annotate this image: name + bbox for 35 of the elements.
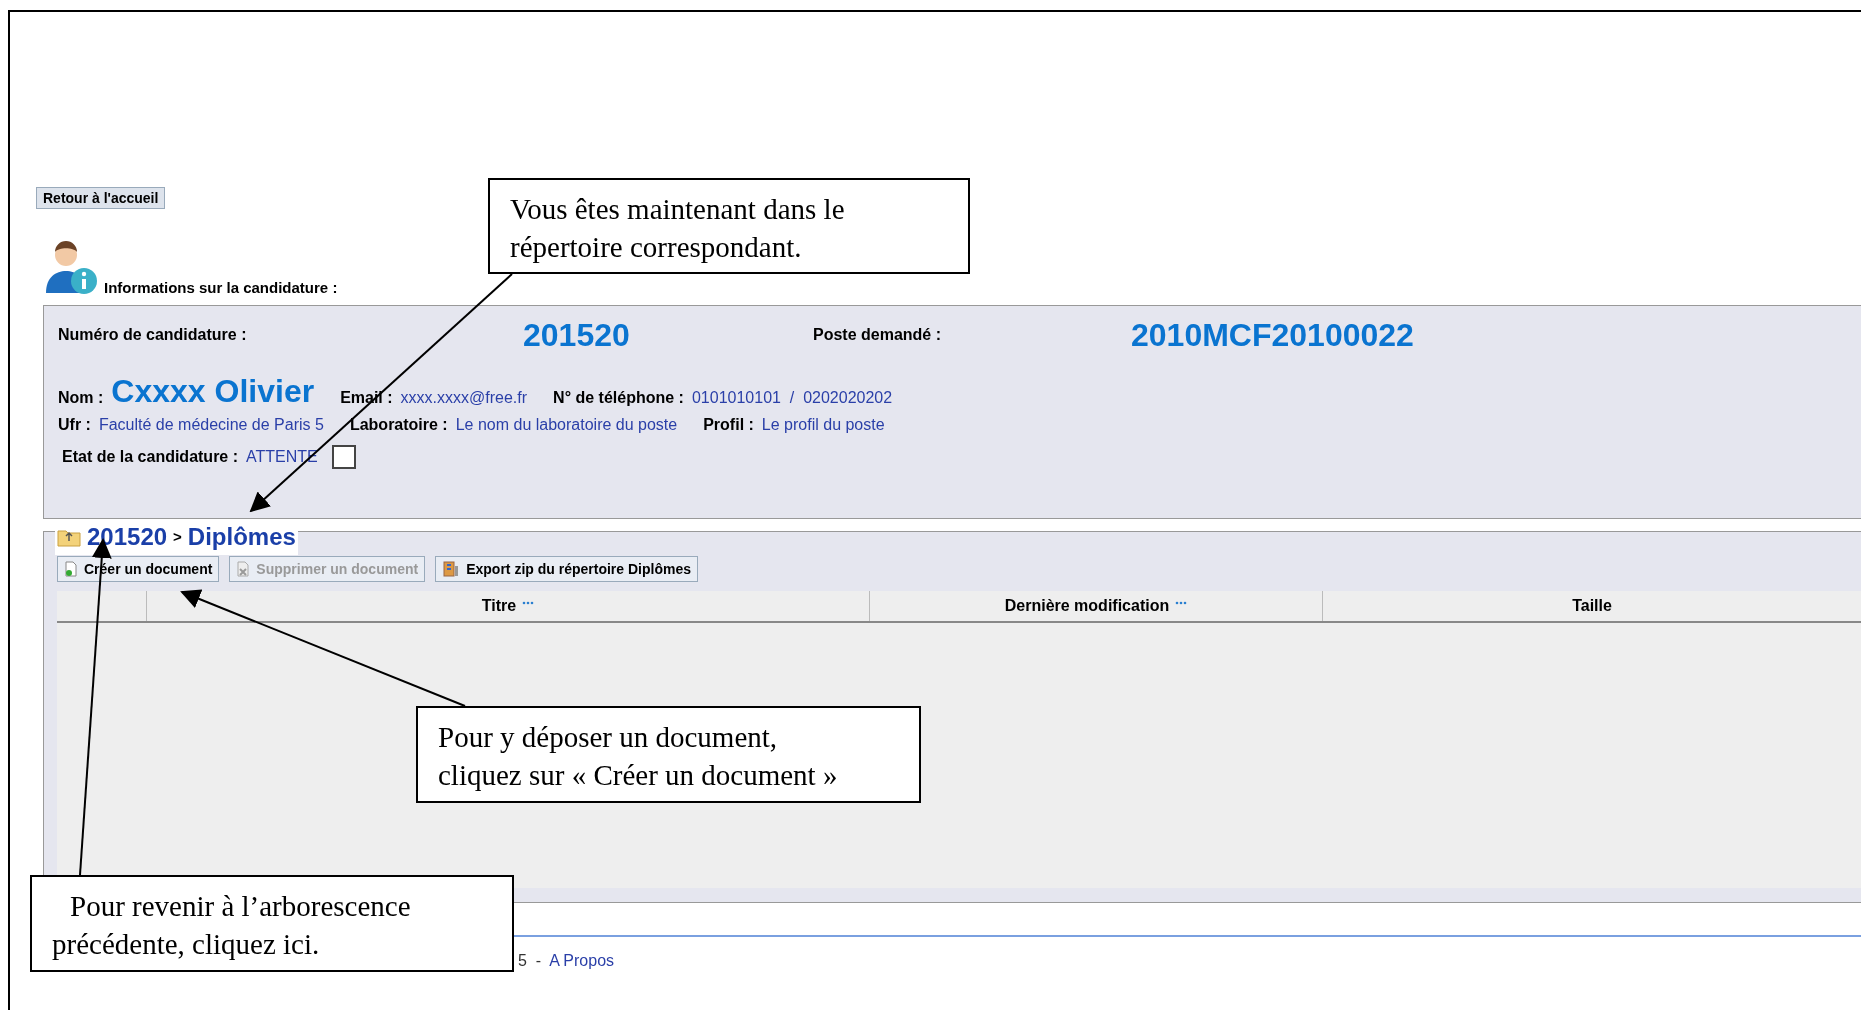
breadcrumb-link[interactable]: 201520 xyxy=(87,519,168,555)
about-link[interactable]: A Propos xyxy=(549,949,615,973)
archive-icon xyxy=(442,560,461,578)
new-document-icon xyxy=(64,561,78,577)
field-value: xxxx.xxxx@free.fr xyxy=(400,388,528,408)
field-label: Etat de la candidature : xyxy=(62,447,239,467)
application-number: 201520 xyxy=(523,316,631,355)
field-value: Faculté de médecine de Paris 5 xyxy=(98,415,324,435)
callout: Pour revenir à l’arborescence précédente, cliquez ici. xyxy=(30,875,514,972)
post-number: 2010MCF20100022 xyxy=(1131,316,1414,355)
field-label: Poste demandé : xyxy=(813,325,943,345)
column-header[interactable]: Taille xyxy=(1323,591,1861,621)
footer-text: 5 - xyxy=(518,951,542,971)
back-button[interactable]: Retour à l'accueil xyxy=(36,187,166,209)
field-label: Ufr : xyxy=(58,415,91,435)
breadcrumb-separator: > xyxy=(173,526,182,547)
field-label: Numéro de candidature : xyxy=(58,325,248,345)
checkbox[interactable] xyxy=(331,445,356,469)
candidate-name: Cxxxx Olivier xyxy=(111,372,315,410)
column-header[interactable]: Dernière modification xyxy=(870,591,1323,621)
field-value: 0101010101 / 0202020202 xyxy=(691,388,893,408)
callout: Pour y déposer un document, cliquez sur « Créer un document » xyxy=(416,706,921,803)
folder-up-icon[interactable] xyxy=(57,527,81,547)
column-header[interactable]: Titre xyxy=(147,591,870,621)
field-label: N° de téléphone : xyxy=(553,388,684,408)
field-value: Le nom du laboratoire du poste xyxy=(455,415,678,435)
field-label: Nom : xyxy=(58,388,104,408)
field-value: Le profil du poste xyxy=(761,415,885,435)
toolbar-button[interactable]: Export zip du répertoire Diplômes xyxy=(435,556,698,582)
folder-title: Diplômes xyxy=(187,522,296,552)
field-label: Laboratoire : xyxy=(349,415,448,435)
callout: Vous êtes maintenant dans le répertoire correspondant. xyxy=(488,178,970,274)
field-label: Profil : xyxy=(703,415,754,435)
delete-document-icon xyxy=(236,561,251,577)
section-heading: Informations sur la candidature : xyxy=(104,277,338,298)
